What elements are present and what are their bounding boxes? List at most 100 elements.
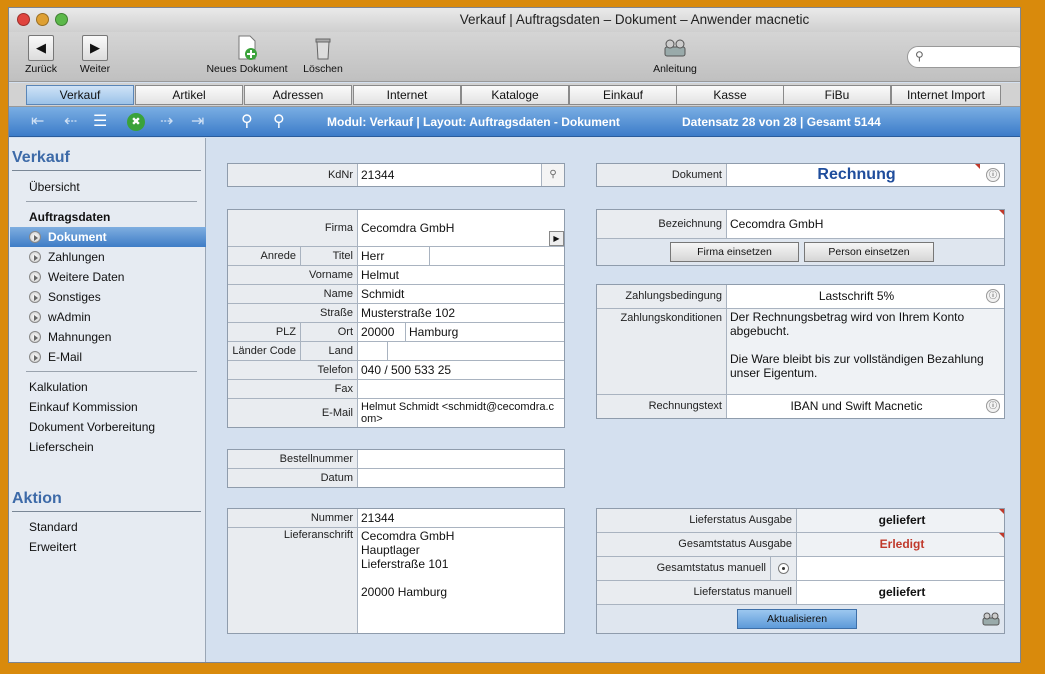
first-record-icon[interactable]: ⇤ [31,112,44,132]
info-icon[interactable]: ⓘ [986,289,1000,303]
divider [12,511,201,512]
sidebar-item-uebersicht[interactable]: Übersicht [29,180,80,194]
radio-dot-icon [782,567,785,570]
tab-fibu[interactable]: FiBu [783,85,891,105]
sidebar-item-dokument[interactable]: Dokument [10,227,206,247]
find-icon[interactable]: ⚲ [241,112,253,132]
lieferstatus-ausgabe-row: Lieferstatus Ausgabe geliefert [597,509,1004,533]
plz-field[interactable]: 20000 [358,323,406,341]
lieferstatus-manuell-field[interactable]: geliefert [797,581,1004,604]
name-field[interactable]: Schmidt [358,285,564,303]
sidebar-item-dokument-vorbereitung[interactable]: Dokument Vorbereitung [29,420,155,434]
record-count-info: Datensatz 28 von 28 | Gesamt 5144 [682,115,881,129]
sidebar-item-sonstiges[interactable]: Sonstiges [48,290,101,304]
datum-label: Datum [228,469,358,487]
aktualisieren-button[interactable]: Aktualisieren [737,609,857,629]
ort-label: Ort [301,323,358,341]
info-icon[interactable]: ⓘ [986,168,1000,182]
nummer-field[interactable]: 21344 [358,509,564,527]
anrede-extra-field[interactable] [430,247,564,265]
rechnungstext-field[interactable]: IBAN und Swift Macnetic [727,395,983,418]
titel-label: Titel [301,247,358,265]
search-input[interactable]: ⚲ [907,46,1020,68]
radio-button[interactable] [771,557,797,580]
sidebar-item-erweitert[interactable]: Erweitert [29,540,76,554]
back-button[interactable]: ◀ Zurück [19,35,63,75]
tab-internet[interactable]: Internet [353,85,461,105]
trash-icon [312,35,334,61]
anschrift-line: Hauptlager [361,543,420,557]
vorname-field[interactable]: Helmut [358,266,564,284]
cancel-record-icon[interactable]: ✖ [127,113,145,131]
sidebar-item-mahnungen[interactable]: Mahnungen [48,330,111,344]
anschrift-line [361,571,564,585]
tab-internet-import[interactable]: Internet Import [891,85,1001,105]
bestellnummer-row: Bestellnummer [228,450,564,469]
gesamtstatus-manuell-field[interactable] [797,557,1004,580]
sidebar-item-wadmin[interactable]: wAdmin [48,310,91,324]
datum-field[interactable] [358,469,564,487]
zahlungsbedingung-label: Zahlungsbedingung [597,285,727,308]
email-label: E-Mail [228,399,358,427]
forward-arrow-icon: ▶ [82,35,108,61]
dokument-field[interactable]: Rechnung [727,164,983,186]
sidebar-item-standard[interactable]: Standard [29,520,78,534]
sidebar-item-einkauf-kommission[interactable]: Einkauf Kommission [29,400,138,414]
kdnr-field[interactable]: 21344 [358,164,541,186]
sidebar-item-kalkulation[interactable]: Kalkulation [29,380,88,394]
lieferanschrift-field[interactable]: Cecomdra GmbH Hauptlager Lieferstraße 10… [358,528,564,633]
sidebar-item-weitere-daten[interactable]: Weitere Daten [48,270,124,284]
land-field[interactable] [388,342,564,360]
tab-kasse[interactable]: Kasse [676,85,784,105]
firma-field[interactable]: Cecomdra GmbH [358,210,564,246]
tab-adressen[interactable]: Adressen [244,85,352,105]
sidebar-item-lieferschein[interactable]: Lieferschein [29,440,94,454]
laendercode-label: Länder Code [228,342,301,360]
forward-button[interactable]: ▶ Weiter [73,35,117,75]
zahlungskonditionen-row: Zahlungskonditionen Der Rechnungsbetrag … [597,309,1004,395]
payment-panel: Zahlungsbedingung Lastschrift 5% ⓘ Zahlu… [596,284,1005,419]
tab-verkauf[interactable]: Verkauf [26,85,134,105]
strasse-field[interactable]: Musterstraße 102 [358,304,564,322]
ort-field[interactable]: Hamburg [406,323,564,341]
plz-label: PLZ [228,323,301,341]
laendercode-field[interactable] [358,342,388,360]
zahlungsbedingung-field[interactable]: Lastschrift 5% [727,285,983,308]
tab-einkauf[interactable]: Einkauf [569,85,677,105]
tab-kataloge[interactable]: Kataloge [461,85,569,105]
delete-button[interactable]: Löschen [299,35,347,75]
list-view-icon[interactable]: ☰ [93,112,107,132]
module-tabs: Verkauf Artikel Adressen Internet Katalo… [9,83,1020,107]
vorname-row: Vorname Helmut [228,266,564,285]
play-bullet-icon [29,311,41,323]
titel-field[interactable]: Herr [358,247,430,265]
person-einsetzen-button[interactable]: Person einsetzen [804,242,934,262]
gesamtstatus-manuell-row: Gesamtstatus manuell [597,557,1004,581]
next-record-icon[interactable]: ⇢ [160,112,173,132]
bezeichnung-field[interactable]: Cecomdra GmbH [727,210,1004,238]
sidebar-item-auftragsdaten[interactable]: Auftragsdaten [29,210,110,224]
expand-arrow-icon[interactable]: ▶ [549,231,564,246]
plz-ort-row: PLZ Ort 20000 Hamburg [228,323,564,342]
find-all-icon[interactable]: ⚲ [273,112,285,132]
firma-einsetzen-button[interactable]: Firma einsetzen [670,242,799,262]
previous-record-icon[interactable]: ⇠ [64,112,77,132]
gesamtstatus-ausgabe-label: Gesamtstatus Ausgabe [597,533,797,556]
new-document-button[interactable]: Neues Dokument [199,35,295,75]
tools-icon[interactable] [981,610,1001,628]
zahlungskonditionen-field[interactable]: Der Rechnungsbetrag wird von Ihrem Konto… [727,309,1004,394]
customer-number-panel: KdNr 21344 ⚲ [227,163,565,187]
gesamtstatus-manuell-label: Gesamtstatus manuell [597,557,771,580]
fax-field[interactable] [358,380,564,398]
telefon-field[interactable]: 040 / 500 533 25 [358,361,564,379]
sidebar-item-zahlungen[interactable]: Zahlungen [48,250,105,264]
tab-artikel[interactable]: Artikel [135,85,243,105]
info-icon[interactable]: ⓘ [986,399,1000,413]
last-record-icon[interactable]: ⇥ [191,112,204,132]
guide-label: Anleitung [653,63,697,75]
guide-button[interactable]: Anleitung [647,35,703,75]
sidebar-item-email[interactable]: E-Mail [48,350,82,364]
email-field[interactable]: Helmut Schmidt <schmidt@cecomdra.com> [358,399,564,427]
bestellnummer-field[interactable] [358,450,564,468]
kdnr-search-icon[interactable]: ⚲ [541,164,564,186]
